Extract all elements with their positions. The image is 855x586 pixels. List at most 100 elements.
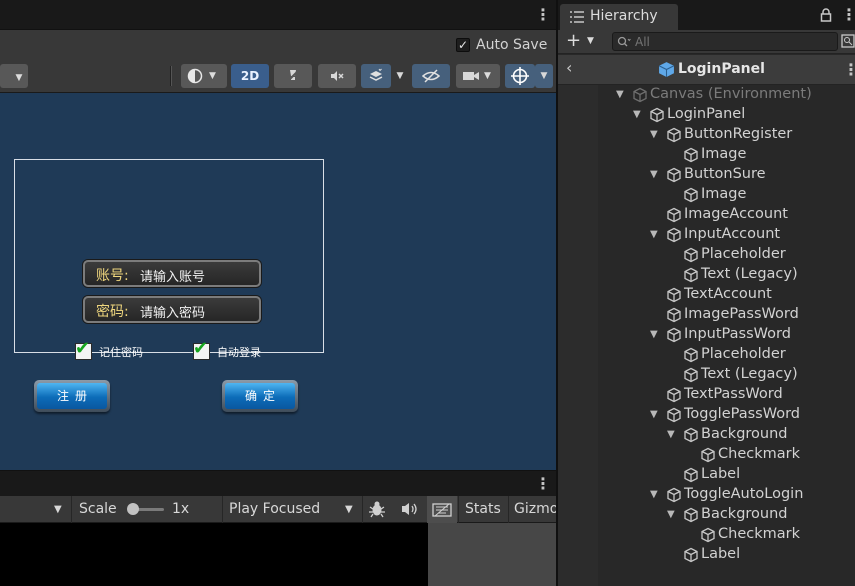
hierarchy-row[interactable]: TextAccount [558, 285, 855, 305]
remember-password-toggle[interactable]: ✔ [75, 340, 92, 360]
hierarchy-row-label: ButtonRegister [684, 126, 793, 142]
hierarchy-row-label: ButtonSure [684, 166, 766, 182]
lighting-button[interactable]: ▼ [181, 64, 227, 88]
hierarchy-row[interactable]: Text (Legacy) [558, 265, 855, 285]
expand-triangle-down-icon[interactable]: ▼ [667, 428, 677, 442]
hierarchy-search-input[interactable] [635, 34, 830, 49]
hierarchy-kebab-menu-icon[interactable]: ⋮ [841, 7, 855, 23]
scene-kebab-menu-icon[interactable]: ⋮ [535, 7, 551, 23]
keyboard-toggle-button[interactable] [427, 496, 457, 523]
password-input[interactable]: 密码: 请输入密码 [83, 296, 261, 323]
hierarchy-row[interactable]: Checkmark [558, 445, 855, 465]
scene-filter-icon[interactable] [841, 34, 855, 50]
back-chevron-left-icon[interactable]: ‹ [566, 58, 572, 77]
lighting-sphere-icon [187, 68, 203, 84]
auto-login-toggle[interactable]: ✔ [193, 340, 210, 360]
hierarchy-row[interactable]: TextPassWord [558, 385, 855, 405]
toolbar-divider [222, 496, 223, 523]
hierarchy-row-label: LoginPanel [667, 106, 746, 122]
prefab-kebab-menu-icon[interactable]: ⋮ [843, 62, 855, 78]
hierarchy-toolbar: + ▼ [558, 30, 855, 54]
hierarchy-row-label: Canvas (Environment) [650, 86, 812, 102]
draw-mode-dropdown[interactable]: ▼ [0, 64, 28, 88]
hierarchy-row[interactable]: ▼ InputAccount [558, 225, 855, 245]
game-kebab-menu-icon[interactable]: ⋮ [535, 476, 551, 492]
hierarchy-row[interactable]: ImageAccount [558, 205, 855, 225]
expand-triangle-down-icon[interactable]: ▼ [650, 328, 660, 342]
hierarchy-row[interactable]: Checkmark [558, 525, 855, 545]
hierarchy-row[interactable]: ▼ LoginPanel [558, 105, 855, 125]
hierarchy-row[interactable]: ▼ ButtonSure [558, 165, 855, 185]
gameobject-cube-icon [683, 427, 699, 443]
effects-dropdown-chevron-down-icon[interactable]: ▼ [391, 64, 409, 88]
gameobject-cube-icon [666, 327, 682, 343]
hierarchy-search[interactable] [612, 32, 838, 51]
hierarchy-row[interactable]: ImagePassWord [558, 305, 855, 325]
hierarchy-row-label: Background [701, 506, 788, 522]
hierarchy-row[interactable]: ▼ Canvas (Environment) [558, 85, 855, 105]
hierarchy-row[interactable]: ▼ InputPassWord [558, 325, 855, 345]
account-input[interactable]: 账号: 请输入账号 [83, 260, 261, 287]
hierarchy-row[interactable]: ▼ ToggleAutoLogin [558, 485, 855, 505]
hierarchy-row[interactable]: ▼ Background [558, 425, 855, 445]
hierarchy-row[interactable]: Image [558, 145, 855, 165]
autosave-checkbox[interactable]: ✓ [456, 38, 470, 52]
scene-view-panel: ⋮ ✓ Auto Save ▼ ▼ 2D ▼ ▼ ▼ 账号: 请输入账号 密码:… [0, 0, 556, 470]
expand-triangle-down-icon[interactable]: ▼ [650, 228, 660, 242]
expand-triangle-down-icon[interactable]: ▼ [633, 108, 643, 122]
expand-triangle-down-icon[interactable]: ▼ [650, 408, 660, 422]
lock-icon[interactable] [820, 8, 832, 22]
play-mode-chevron-down-icon[interactable]: ▼ [345, 504, 353, 515]
gameobject-cube-icon [666, 307, 682, 323]
scene-visibility-button[interactable] [412, 64, 450, 88]
create-chevron-down-icon[interactable]: ▼ [587, 36, 594, 46]
hierarchy-row[interactable]: Label [558, 545, 855, 565]
hierarchy-row[interactable]: ▼ ButtonRegister [558, 125, 855, 145]
toggle-2d-button[interactable]: 2D [231, 64, 269, 88]
game-view-letterbox [428, 523, 556, 586]
hierarchy-row-label: TextAccount [684, 286, 772, 302]
hierarchy-row[interactable]: Label [558, 465, 855, 485]
expand-triangle-down-icon[interactable]: ▼ [650, 128, 660, 142]
expand-triangle-down-icon[interactable]: ▼ [667, 508, 677, 522]
scene-viewport[interactable]: 账号: 请输入账号 密码: 请输入密码 ✔ 记住密码 ✔ 自动登录 注册 确定 [0, 93, 556, 470]
hierarchy-row-label: TextPassWord [684, 386, 783, 402]
gameobject-cube-icon [666, 127, 682, 143]
toolbar-divider [170, 66, 172, 86]
gizmos-dropdown-chevron-down-icon[interactable]: ▼ [535, 64, 553, 88]
toolbar-divider [458, 496, 459, 523]
gizmos-toggle[interactable]: Gizmo [514, 501, 558, 517]
effects-button[interactable] [361, 64, 391, 88]
camera-button[interactable]: ▼ [456, 64, 500, 88]
hierarchy-row[interactable]: ▼ Background [558, 505, 855, 525]
scale-slider-handle[interactable] [127, 503, 139, 515]
audio-muted-icon [331, 71, 344, 81]
stats-button[interactable]: Stats [465, 501, 501, 517]
gizmos-button[interactable] [505, 64, 535, 88]
gameobject-cube-icon [649, 107, 665, 123]
hierarchy-row[interactable]: Image [558, 185, 855, 205]
expand-triangle-down-icon[interactable]: ▼ [650, 168, 660, 182]
hierarchy-row[interactable]: Placeholder [558, 345, 855, 365]
expand-triangle-down-icon[interactable]: ▼ [616, 88, 626, 102]
tab-hierarchy[interactable]: Hierarchy [560, 4, 678, 30]
speaker-icon[interactable] [401, 502, 419, 516]
canvas-bounds [14, 159, 324, 353]
hierarchy-row-label: Checkmark [718, 446, 800, 462]
play-mode-dropdown[interactable]: Play Focused [229, 501, 320, 517]
display-dropdown-chevron-down-icon[interactable]: ▼ [54, 504, 62, 515]
expand-triangle-down-icon[interactable]: ▼ [650, 488, 660, 502]
gameobject-cube-icon [700, 527, 716, 543]
gameobject-cube-icon [632, 87, 648, 103]
gameobject-cube-icon [683, 247, 699, 263]
lighting-toggle-button[interactable] [274, 64, 312, 88]
auto-login-label: 自动登录 [217, 346, 261, 359]
hierarchy-row[interactable]: Text (Legacy) [558, 365, 855, 385]
register-button[interactable]: 注册 [34, 380, 110, 412]
hierarchy-row[interactable]: Placeholder [558, 245, 855, 265]
hierarchy-row[interactable]: ▼ TogglePassWord [558, 405, 855, 425]
confirm-button[interactable]: 确定 [222, 380, 298, 412]
plus-icon[interactable]: + [566, 30, 581, 51]
audio-toggle-button[interactable] [318, 64, 356, 88]
bug-icon[interactable] [368, 500, 386, 518]
